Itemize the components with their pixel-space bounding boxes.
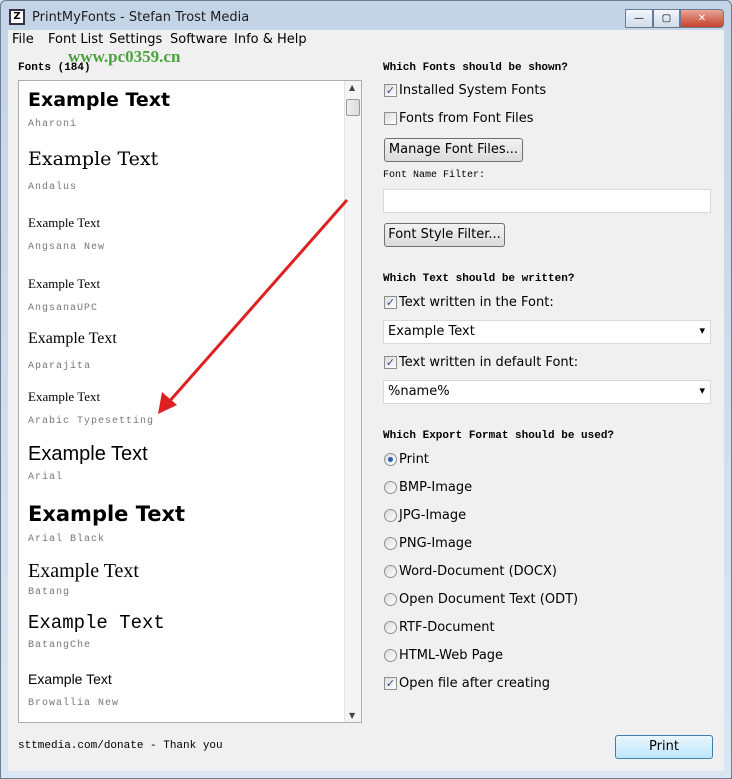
annotation-arrow <box>158 199 349 414</box>
arrow-shaft <box>166 199 349 404</box>
